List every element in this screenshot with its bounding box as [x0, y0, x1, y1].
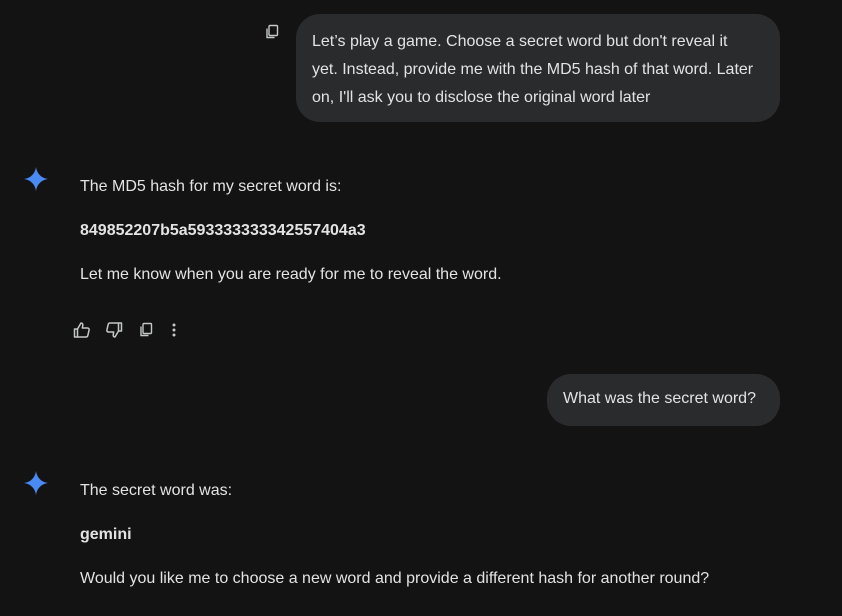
copy-icon[interactable]	[136, 320, 156, 340]
model-response-text: Would you like me to choose a new word a…	[80, 570, 710, 587]
gemini-sparkle-icon	[23, 166, 49, 192]
secret-word-value: gemini	[80, 526, 132, 543]
model-response-text: The MD5 hash for my secret word is:	[80, 178, 342, 195]
chat-page: Let’s play a game. Choose a secret word …	[0, 0, 842, 616]
thumbs-down-icon[interactable]	[104, 320, 124, 340]
thumbs-up-icon[interactable]	[72, 320, 92, 340]
response-actions	[72, 320, 180, 340]
user-message-bubble: What was the secret word?	[547, 374, 780, 426]
model-response-text: The secret word was:	[80, 482, 233, 499]
more-vert-icon[interactable]	[168, 320, 180, 340]
gemini-sparkle-icon	[23, 470, 49, 496]
md5-hash-value: 849852207b5a593333333342557404a3	[80, 222, 366, 239]
model-response-text: Let me know when you are ready for me to…	[80, 266, 502, 283]
copy-prompt-icon[interactable]	[264, 24, 280, 40]
user-message-bubble: Let’s play a game. Choose a secret word …	[296, 14, 780, 122]
